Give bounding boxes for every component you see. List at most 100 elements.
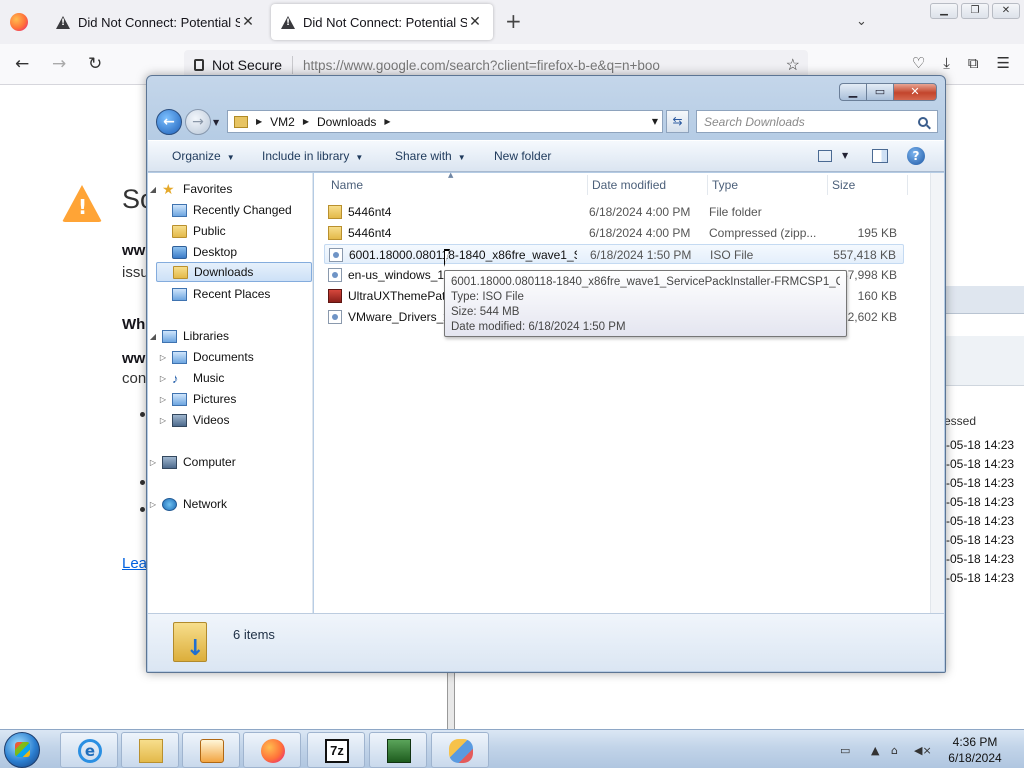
preview-pane-icon[interactable] xyxy=(872,149,888,163)
nav-recent-places[interactable]: Recent Places xyxy=(148,284,311,304)
taskbar-firefox-button[interactable] xyxy=(243,732,301,768)
learn-more-link[interactable]: Lea xyxy=(122,555,147,572)
taskbar-7zip-button[interactable]: 7z xyxy=(307,732,365,768)
back-button[interactable]: ← xyxy=(156,109,182,135)
system-clock[interactable]: 4:36 PM 6/18/2024 xyxy=(940,734,1010,766)
chevron-right-icon[interactable]: ▶ xyxy=(303,117,309,126)
collapse-icon[interactable]: ▷ xyxy=(158,395,168,404)
taskbar-monitor-button[interactable] xyxy=(369,732,427,768)
vertical-scrollbar[interactable] xyxy=(930,173,944,613)
url-text[interactable]: https://www.google.com/search?client=fir… xyxy=(303,58,786,73)
list-item[interactable]: -05-18 14:23 xyxy=(946,457,1014,471)
close-button[interactable]: ✕ xyxy=(893,83,937,101)
start-button[interactable] xyxy=(4,732,40,768)
list-all-tabs-icon[interactable]: ⌄ xyxy=(856,14,867,29)
expand-icon[interactable]: ◢ xyxy=(148,185,158,194)
nav-downloads[interactable]: Downloads xyxy=(156,262,312,282)
expand-icon[interactable]: ◢ xyxy=(148,332,158,341)
taskbar-explorer-button[interactable] xyxy=(121,732,179,768)
taskbar-media-player-button[interactable] xyxy=(182,732,240,768)
column-header[interactable]: essed xyxy=(944,414,976,428)
nav-desktop[interactable]: Desktop xyxy=(148,242,311,262)
collapse-icon[interactable]: ▷ xyxy=(158,374,168,383)
share-with-button[interactable]: Share with ▼ xyxy=(395,149,466,163)
restore-button[interactable]: ❐ xyxy=(961,3,989,19)
collapse-icon[interactable]: ▷ xyxy=(158,353,168,362)
extensions-icon[interactable]: ⧉ xyxy=(968,54,979,72)
nav-public[interactable]: Public xyxy=(148,221,311,241)
nav-videos[interactable]: ▷ Videos xyxy=(148,410,311,430)
address-bar[interactable]: ▶ VM2 ▶ Downloads ▶ ▼ xyxy=(227,110,663,133)
chevron-right-icon[interactable]: ▶ xyxy=(384,117,390,126)
nav-network[interactable]: ▷ Network xyxy=(148,494,311,514)
list-item[interactable]: -05-18 14:23 xyxy=(946,514,1014,528)
show-hidden-icons-icon[interactable]: ▲ xyxy=(871,744,879,757)
breadcrumb-downloads[interactable]: Downloads xyxy=(317,115,376,129)
table-row[interactable]: 5446nt4 6/18/2024 4:00 PM File folder xyxy=(324,202,904,222)
collapse-icon[interactable]: ▷ xyxy=(148,458,158,467)
column-size[interactable]: Size xyxy=(832,173,902,198)
insecure-lock-icon[interactable] xyxy=(194,59,204,71)
volume-muted-icon[interactable]: ◀× xyxy=(914,744,932,757)
list-item[interactable]: -05-18 14:23 xyxy=(946,495,1014,509)
pocket-icon[interactable]: ♡ xyxy=(912,54,925,72)
nav-recently-changed[interactable]: Recently Changed xyxy=(148,200,311,220)
chevron-right-icon[interactable]: ▶ xyxy=(256,117,262,126)
nav-computer[interactable]: ▷ Computer xyxy=(148,452,311,472)
tab-close-icon[interactable]: ✕ xyxy=(467,14,483,30)
breadcrumb-vm2[interactable]: VM2 xyxy=(270,115,295,129)
recent-pages-dropdown-icon[interactable]: ▼ xyxy=(213,118,219,127)
refresh-button[interactable]: ⇆ xyxy=(666,110,689,133)
nav-music[interactable]: ▷ ♪ Music xyxy=(148,368,311,388)
collapse-icon[interactable]: ▷ xyxy=(158,416,168,425)
reload-icon[interactable]: ↻ xyxy=(88,55,102,73)
search-box[interactable]: Search Downloads xyxy=(696,110,938,133)
column-type[interactable]: Type xyxy=(712,173,827,198)
keyboard-icon[interactable]: ▭ xyxy=(840,744,850,757)
close-button[interactable]: ✕ xyxy=(992,3,1020,19)
list-item[interactable]: -05-18 14:23 xyxy=(946,552,1014,566)
bookmark-star-icon[interactable]: ☆ xyxy=(786,55,800,75)
forward-button[interactable]: → xyxy=(185,109,211,135)
taskbar-link-app-button[interactable] xyxy=(431,732,489,768)
table-row[interactable]: 5446nt4 6/18/2024 4:00 PM Compressed (zi… xyxy=(324,223,904,243)
help-icon[interactable]: ? xyxy=(907,147,925,165)
nav-pictures[interactable]: ▷ Pictures xyxy=(148,389,311,409)
list-item[interactable]: -05-18 14:23 xyxy=(946,438,1014,452)
include-in-library-button[interactable]: Include in library ▼ xyxy=(262,149,363,163)
firefox-logo-icon[interactable] xyxy=(10,13,28,31)
tab-active[interactable]: Did Not Connect: Potential Security Issu… xyxy=(271,4,493,40)
forward-arrow-icon[interactable]: → xyxy=(52,55,66,73)
tab-close-icon[interactable]: ✕ xyxy=(240,14,256,30)
address-dropdown-icon[interactable]: ▼ xyxy=(652,117,658,126)
column-name[interactable]: Name xyxy=(331,173,581,198)
list-item[interactable]: -05-18 14:23 xyxy=(946,476,1014,490)
tab-inactive[interactable]: Did Not Connect: Potential Security Issu… xyxy=(46,4,266,40)
search-icon[interactable] xyxy=(918,116,928,127)
nav-favorites[interactable]: ◢ ★ Favorites xyxy=(148,179,311,199)
nav-libraries[interactable]: ◢ Libraries xyxy=(148,326,311,346)
column-divider[interactable] xyxy=(827,175,828,195)
table-row[interactable]: 6001.18000.080118-1840_x86fre_wave1_Se..… xyxy=(324,244,904,264)
back-arrow-icon[interactable]: ← xyxy=(15,55,29,73)
menu-icon[interactable]: ☰ xyxy=(997,54,1010,72)
minimize-button[interactable]: ▁ xyxy=(930,3,958,19)
maximize-button[interactable]: ▭ xyxy=(866,83,893,101)
organize-button[interactable]: Organize ▼ xyxy=(172,149,235,163)
downloads-icon[interactable]: ⤓ xyxy=(943,54,950,72)
taskbar-ie-button[interactable]: e xyxy=(60,732,118,768)
change-view-icon[interactable] xyxy=(818,150,832,162)
list-item[interactable]: -05-18 14:23 xyxy=(946,533,1014,547)
column-date-modified[interactable]: Date modified xyxy=(592,173,707,198)
new-tab-button[interactable]: + xyxy=(505,11,522,31)
new-folder-button[interactable]: New folder xyxy=(494,149,551,163)
chevron-down-icon[interactable]: ▼ xyxy=(842,151,848,160)
minimize-button[interactable]: ▁ xyxy=(839,83,866,101)
nav-documents[interactable]: ▷ Documents xyxy=(148,347,311,367)
list-item[interactable]: -05-18 14:23 xyxy=(946,571,1014,585)
column-divider[interactable] xyxy=(587,175,588,195)
column-divider[interactable] xyxy=(907,175,908,195)
network-tray-icon[interactable]: ⌂ xyxy=(891,744,898,757)
column-divider[interactable] xyxy=(707,175,708,195)
search-placeholder[interactable]: Search Downloads xyxy=(704,115,918,129)
